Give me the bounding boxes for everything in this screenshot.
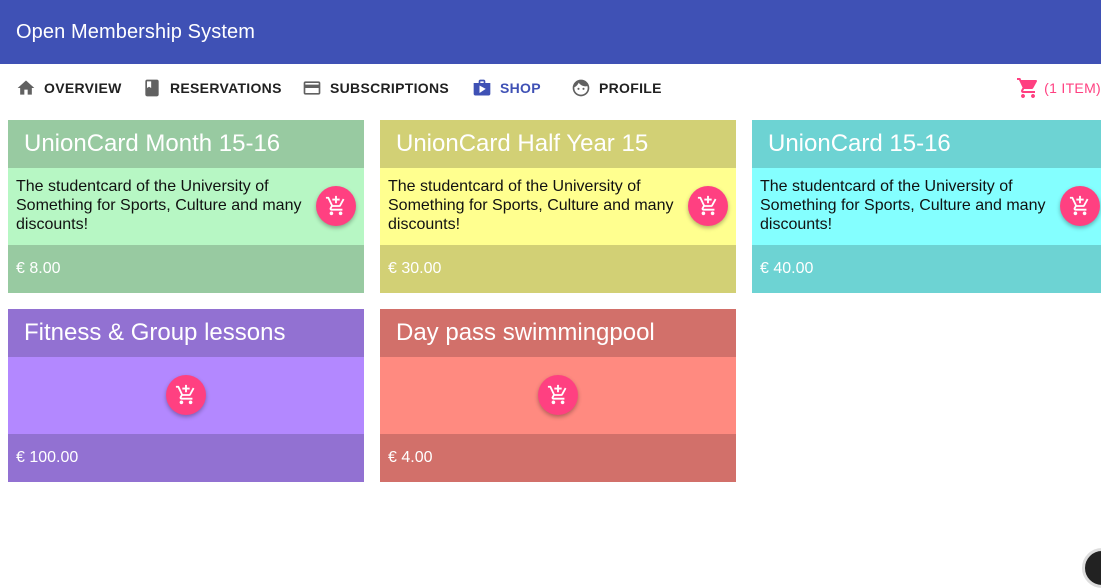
product-price: € 8.00 (8, 245, 364, 293)
product-card: Fitness & Group lessons € 100.00 (8, 309, 364, 482)
product-title: Fitness & Group lessons (8, 309, 364, 357)
add-shopping-cart-icon (1069, 195, 1089, 216)
cart-icon (1017, 78, 1038, 98)
add-shopping-cart-icon (547, 384, 567, 405)
product-description: The studentcard of the University of Som… (760, 178, 1046, 233)
add-shopping-cart-icon (325, 195, 345, 216)
product-body: The studentcard of the University of Som… (8, 168, 364, 245)
add-to-cart-button[interactable] (316, 186, 356, 226)
product-price: € 4.00 (380, 434, 736, 482)
product-description: The studentcard of the University of Som… (16, 178, 302, 233)
tab-subscriptions[interactable]: SUBSCRIPTIONS (302, 64, 449, 112)
product-body: The studentcard of the University of Som… (380, 168, 736, 245)
app-bar: Open Membership System (0, 0, 1101, 64)
product-price: € 100.00 (8, 434, 364, 482)
tab-overview-label: OVERVIEW (44, 80, 122, 96)
tab-profile[interactable]: PROFILE (571, 64, 662, 112)
tab-subscriptions-label: SUBSCRIPTIONS (330, 80, 450, 96)
shop-icon (473, 79, 491, 96)
product-card: UnionCard 15-16 The studentcard of the U… (752, 120, 1101, 293)
app-title: Open Membership System (16, 20, 255, 43)
credit-card-icon (303, 81, 321, 95)
cart-label: (1 ITEM) (1044, 80, 1101, 96)
product-card: Day pass swimmingpool € 4.00 (380, 309, 736, 482)
tab-reservations[interactable]: RESERVATIONS (142, 64, 282, 112)
product-price: € 30.00 (380, 245, 736, 293)
product-title: UnionCard 15-16 (752, 120, 1101, 168)
cart-button[interactable]: (1 ITEM) (1016, 64, 1101, 112)
product-title: Day pass swimmingpool (380, 309, 736, 357)
tab-shop[interactable]: SHOP (472, 64, 541, 112)
product-title: UnionCard Half Year 15 (380, 120, 736, 168)
home-icon (17, 80, 35, 95)
product-description: The studentcard of the University of Som… (388, 178, 674, 233)
book-icon (145, 79, 159, 97)
add-shopping-cart-icon (697, 195, 717, 216)
product-body (8, 357, 364, 434)
add-shopping-cart-icon (175, 384, 195, 405)
tab-shop-label: SHOP (500, 80, 541, 96)
product-card: UnionCard Month 15-16 The studentcard of… (8, 120, 364, 293)
debug-toolbar-badge[interactable] (1082, 548, 1101, 588)
tab-reservations-label: RESERVATIONS (170, 80, 282, 96)
add-to-cart-button[interactable] (166, 375, 206, 415)
product-title: UnionCard Month 15-16 (8, 120, 364, 168)
tab-overview[interactable]: OVERVIEW (16, 64, 122, 112)
product-body: The studentcard of the University of Som… (752, 168, 1101, 245)
nav-bar: OVERVIEW RESERVATIONS SUBSCRIPTIONS SHOP… (0, 64, 1101, 112)
add-to-cart-button[interactable] (1060, 186, 1100, 226)
product-price: € 40.00 (752, 245, 1101, 293)
tab-profile-label: PROFILE (599, 80, 662, 96)
face-icon (572, 79, 590, 97)
add-to-cart-button[interactable] (538, 375, 578, 415)
add-to-cart-button[interactable] (688, 186, 728, 226)
product-card: UnionCard Half Year 15 The studentcard o… (380, 120, 736, 293)
product-body (380, 357, 736, 434)
